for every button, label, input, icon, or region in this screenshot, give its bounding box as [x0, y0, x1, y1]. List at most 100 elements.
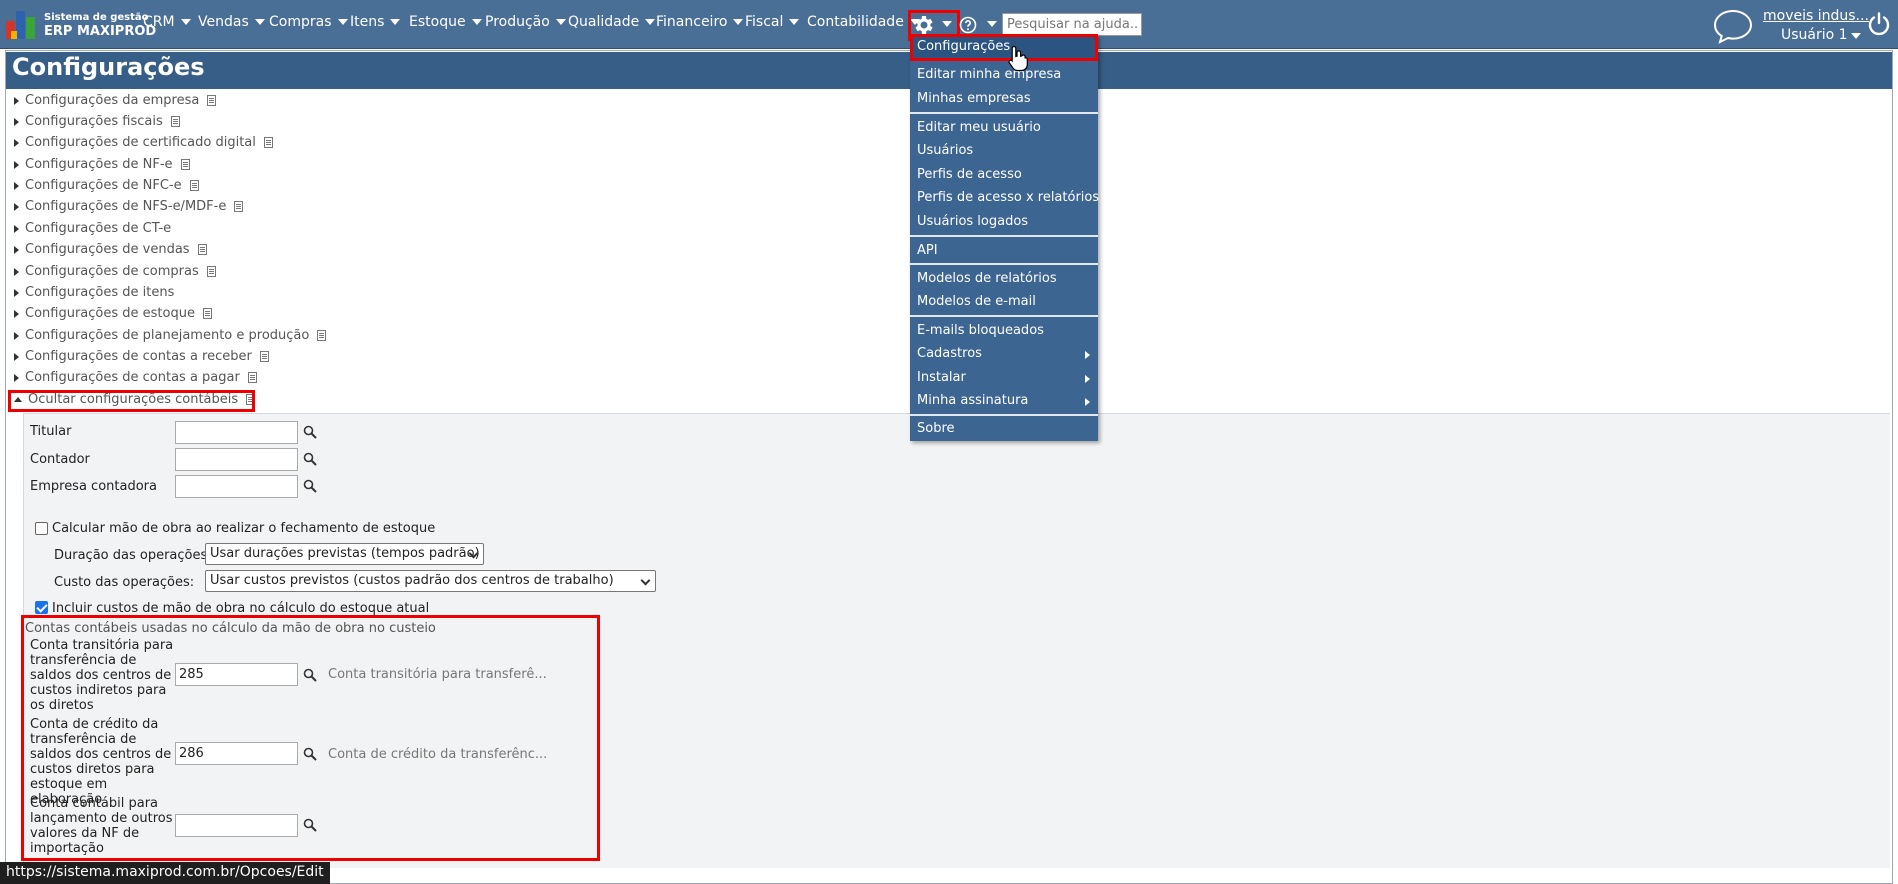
nav-contabilidade[interactable]: Contabilidade: [807, 14, 920, 30]
menu-item-perfis-de-acesso[interactable]: Perfis de acesso: [917, 167, 1022, 182]
help-search-input[interactable]: [1002, 13, 1142, 36]
menu-item-minhas-empresas[interactable]: Minhas empresas: [917, 91, 1031, 106]
search-icon[interactable]: [303, 747, 317, 761]
doc-icon[interactable]: [180, 159, 190, 170]
transit-account-label: Conta transitória para transferência de …: [30, 638, 174, 713]
config-section-contas-pagar[interactable]: Configurações de contas a pagar: [14, 369, 257, 387]
titular-input[interactable]: [175, 421, 298, 444]
config-section-empresa[interactable]: Configurações da empresa: [14, 92, 217, 110]
empresa-contadora-input[interactable]: [175, 475, 298, 498]
menu-separator: [910, 235, 1098, 237]
config-section-fiscais[interactable]: Configurações fiscais: [14, 113, 180, 131]
duration-select[interactable]: Usar durações previstas (tempos padrão): [205, 543, 484, 565]
config-section-certificado[interactable]: Configurações de certificado digital: [14, 134, 273, 152]
submenu-arrow-icon: [1085, 398, 1090, 406]
doc-icon[interactable]: [247, 372, 257, 383]
menu-item-modelos-de-email[interactable]: Modelos de e-mail: [917, 294, 1036, 309]
credit-account-input[interactable]: [175, 742, 298, 765]
config-section-nfe[interactable]: Configurações de NF-e: [14, 156, 190, 174]
credit-account-hint: Conta de crédito da transferênc...: [328, 747, 548, 762]
calc-labor-checkbox[interactable]: [35, 522, 48, 535]
user-dropdown-caret-icon[interactable]: [1851, 33, 1861, 39]
user-menu[interactable]: Usuário 1: [1781, 27, 1848, 43]
nav-producao[interactable]: Produção: [485, 14, 566, 30]
menu-separator: [910, 263, 1098, 265]
search-icon[interactable]: [303, 668, 317, 682]
erp-maxiprod-logo[interactable]: Sistema de gestão ERP MAXIPROD: [6, 9, 156, 41]
menu-item-perfis-x-relatorios[interactable]: Perfis de acesso x relatórios: [917, 190, 1099, 205]
doc-icon[interactable]: [207, 95, 217, 106]
config-section-planejamento-producao[interactable]: Configurações de planejamento e produção: [14, 327, 327, 345]
doc-icon[interactable]: [263, 137, 273, 148]
menu-separator: [910, 112, 1098, 114]
calc-labor-label: Calcular mão de obra ao realizar o fecha…: [52, 521, 436, 536]
doc-icon[interactable]: [317, 330, 327, 341]
config-section-vendas[interactable]: Configurações de vendas: [14, 241, 207, 259]
empresa-contadora-label: Empresa contadora: [30, 479, 157, 494]
company-link[interactable]: moveis indus...: [1763, 8, 1869, 24]
menu-item-editar-meu-usuario[interactable]: Editar meu usuário: [917, 120, 1041, 135]
menu-item-emails-bloqueados[interactable]: E-mails bloqueados: [917, 323, 1044, 338]
nav-compras[interactable]: Compras: [269, 14, 348, 30]
include-labor-label: Incluir custos de mão de obra no cálculo…: [52, 601, 430, 616]
config-section-itens[interactable]: Configurações de itens: [14, 284, 174, 302]
help-icon[interactable]: [959, 16, 977, 34]
nav-itens[interactable]: Itens: [350, 14, 401, 30]
menu-configuracoes-highlight-box: [910, 34, 1098, 61]
submenu-arrow-icon: [1085, 375, 1090, 383]
hand-cursor-icon: [1008, 45, 1028, 72]
import-account-label: Conta contábil para lançamento de outros…: [30, 796, 173, 856]
logo-product-name: ERP MAXIPROD: [44, 24, 157, 39]
config-section-contas-receber[interactable]: Configurações de contas a receber: [14, 348, 269, 366]
credit-account-label: Conta de crédito da transferência de sal…: [30, 717, 172, 807]
config-section-compras[interactable]: Configurações de compras: [14, 263, 216, 281]
status-bar-url: https://sistema.maxiprod.com.br/Opcoes/E…: [0, 862, 330, 884]
submenu-arrow-icon: [1085, 351, 1090, 359]
menu-item-minha-assinatura[interactable]: Minha assinatura: [917, 393, 1028, 408]
power-icon[interactable]: [1866, 11, 1892, 37]
chat-icon[interactable]: [1712, 8, 1754, 44]
menu-item-sobre[interactable]: Sobre: [917, 421, 955, 436]
search-icon[interactable]: [303, 452, 317, 466]
titular-label: Titular: [30, 424, 72, 439]
config-section-nfce[interactable]: Configurações de NFC-e: [14, 177, 199, 195]
doc-icon[interactable]: [234, 201, 244, 212]
doc-icon[interactable]: [206, 266, 216, 277]
include-labor-checkbox[interactable]: [35, 601, 48, 614]
logo-blocks-icon: [6, 11, 38, 39]
config-section-estoque[interactable]: Configurações de estoque: [14, 305, 212, 323]
menu-item-instalar[interactable]: Instalar: [917, 370, 966, 385]
nav-vendas[interactable]: Vendas: [198, 14, 265, 30]
menu-item-api[interactable]: API: [917, 243, 938, 258]
cost-select[interactable]: Usar custos previstos (custos padrão dos…: [205, 570, 656, 592]
menu-separator: [910, 315, 1098, 317]
doc-icon[interactable]: [189, 180, 199, 191]
import-account-input[interactable]: [175, 814, 298, 837]
menu-item-usuarios[interactable]: Usuários: [917, 143, 973, 158]
nav-crm[interactable]: CRM: [143, 14, 191, 30]
cost-label: Custo das operações:: [54, 575, 195, 590]
menu-item-usuarios-logados[interactable]: Usuários logados: [917, 214, 1028, 229]
doc-icon[interactable]: [197, 244, 207, 255]
nav-financeiro[interactable]: Financeiro: [656, 14, 744, 30]
config-section-nfse-mdfe[interactable]: Configurações de NFS-e/MDF-e: [14, 198, 244, 216]
config-section-cte[interactable]: Configurações de CT-e: [14, 220, 171, 238]
search-icon[interactable]: [303, 818, 317, 832]
menu-item-editar-minha-empresa[interactable]: Editar minha empresa: [917, 67, 1061, 82]
nav-estoque[interactable]: Estoque: [409, 14, 482, 30]
doc-icon[interactable]: [170, 116, 180, 127]
transit-account-input[interactable]: [175, 663, 298, 686]
cost-accounts-section-title: Contas contábeis usadas no cálculo da mã…: [25, 621, 436, 636]
nav-fiscal[interactable]: Fiscal: [745, 14, 800, 30]
contador-input[interactable]: [175, 448, 298, 471]
search-icon[interactable]: [303, 479, 317, 493]
menu-item-cadastros[interactable]: Cadastros: [917, 346, 982, 361]
transit-account-hint: Conta transitória para transferê...: [328, 667, 547, 682]
doc-icon[interactable]: [202, 308, 212, 319]
doc-icon[interactable]: [259, 351, 269, 362]
search-icon[interactable]: [303, 425, 317, 439]
nav-qualidade[interactable]: Qualidade: [568, 14, 656, 30]
logo-tagline: Sistema de gestão: [44, 12, 149, 23]
help-dropdown-caret-icon[interactable]: [987, 21, 997, 27]
menu-item-modelos-de-relatorios[interactable]: Modelos de relatórios: [917, 271, 1057, 286]
